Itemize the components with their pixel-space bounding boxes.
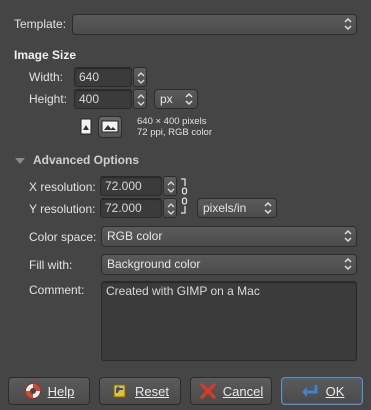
help-button-label: Help (47, 383, 75, 399)
reset-icon (113, 384, 126, 398)
portrait-button[interactable] (78, 117, 94, 137)
color-space-label: Color space: (29, 230, 97, 244)
cancel-button[interactable]: Cancel (190, 377, 272, 405)
spin-arrows-icon (137, 72, 145, 84)
ok-button[interactable]: OK (281, 377, 363, 405)
image-info-line2: 72 ppi, RGB color (137, 127, 212, 138)
width-value: 640 (79, 70, 100, 84)
y-resolution-value: 72.000 (105, 201, 142, 215)
width-label: Width: (29, 70, 64, 84)
y-resolution-input[interactable]: 72.000 (100, 198, 162, 218)
resolution-unit-value: pixels/in (203, 201, 247, 215)
comment-value: Created with GIMP on a Mac (106, 284, 260, 298)
comment-label: Comment: (29, 283, 85, 297)
cancel-button-label: Cancel (222, 383, 264, 399)
disclosure-triangle-icon[interactable] (14, 156, 26, 166)
updown-arrows-icon (264, 201, 272, 215)
image-info-line1: 640 × 400 pixels (137, 116, 207, 127)
color-space-value: RGB color (107, 229, 163, 243)
image-size-heading: Image Size (14, 48, 77, 62)
portrait-icon (80, 118, 92, 135)
landscape-icon (101, 120, 119, 133)
enter-arrow-icon (301, 385, 318, 397)
spin-arrows-icon (167, 203, 175, 215)
height-label: Height: (29, 92, 68, 106)
template-combo[interactable] (72, 14, 357, 35)
ok-button-label: OK (325, 383, 345, 399)
reset-button[interactable]: Reset (99, 377, 181, 405)
width-input[interactable]: 640 (74, 67, 132, 87)
cancel-x-icon (200, 383, 216, 399)
spin-arrows-icon (137, 94, 145, 106)
chain-link-icon[interactable] (179, 176, 189, 216)
y-resolution-label: Y resolution: (29, 202, 96, 216)
resolution-unit-combo[interactable]: pixels/in (197, 198, 277, 218)
template-label: Template: (14, 17, 67, 31)
color-space-combo[interactable]: RGB color (101, 226, 357, 247)
fill-with-label: Fill with: (29, 258, 73, 272)
x-resolution-spinner[interactable] (163, 176, 177, 196)
help-button[interactable]: Help (8, 377, 90, 405)
height-value: 400 (79, 92, 100, 106)
fill-with-combo[interactable]: Background color (101, 254, 357, 275)
unit-value: px (160, 92, 173, 106)
height-spinner[interactable] (133, 89, 147, 109)
spin-arrows-icon (167, 181, 175, 193)
updown-arrows-icon (185, 92, 193, 106)
fill-with-value: Background color (107, 257, 201, 271)
x-resolution-input[interactable]: 72.000 (100, 176, 162, 196)
advanced-options-heading[interactable]: Advanced Options (33, 153, 139, 167)
updown-arrows-icon (344, 229, 352, 243)
comment-textarea[interactable]: Created with GIMP on a Mac (101, 281, 357, 361)
x-resolution-label: X resolution: (29, 180, 96, 194)
reset-button-label: Reset (135, 383, 169, 399)
height-input[interactable]: 400 (74, 89, 132, 109)
lifebuoy-icon (24, 383, 41, 399)
updown-arrows-icon (344, 257, 352, 271)
width-spinner[interactable] (133, 67, 147, 87)
landscape-button[interactable] (98, 116, 122, 138)
y-resolution-spinner[interactable] (163, 198, 177, 218)
updown-arrows-icon (344, 17, 352, 31)
unit-combo[interactable]: px (154, 89, 198, 109)
x-resolution-value: 72.000 (105, 179, 142, 193)
